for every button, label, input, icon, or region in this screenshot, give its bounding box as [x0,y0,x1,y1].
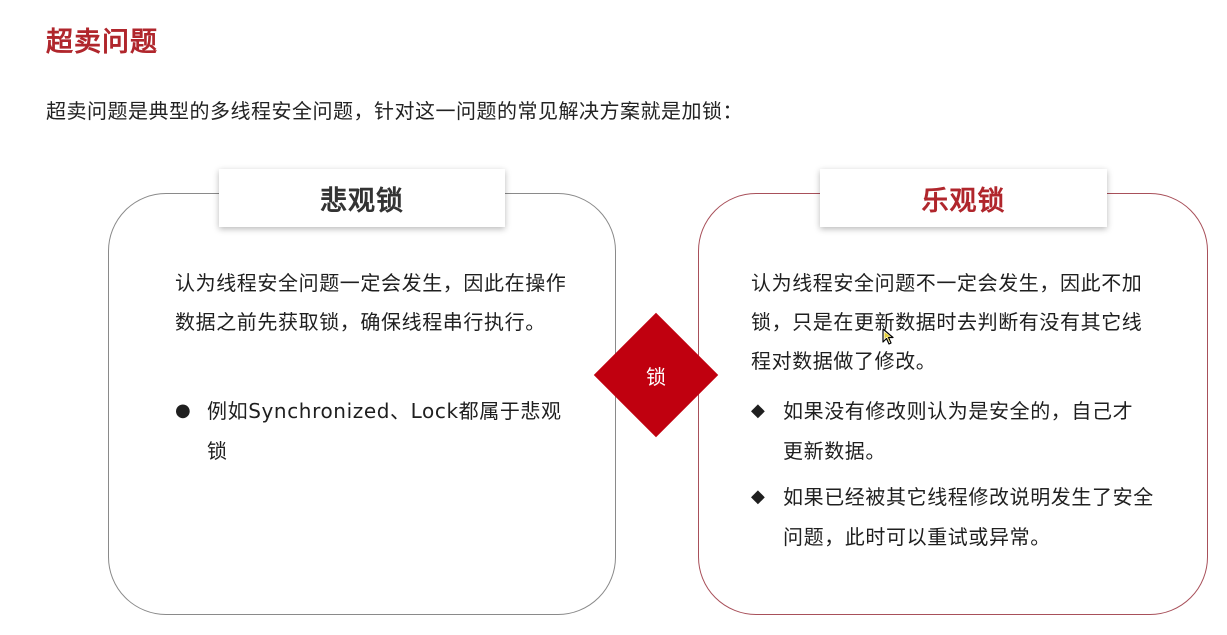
pessimistic-lock-heading: 悲观锁 [219,169,505,227]
intro-text: 超卖问题是典型的多线程安全问题，针对这一问题的常见解决方案就是加锁： [46,99,743,123]
pessimistic-bullet-item: ● 例如Synchronized、Lock都属于悲观锁 [175,391,565,471]
mouse-pointer-icon [882,328,894,345]
pessimistic-bullet-text: 例如Synchronized、Lock都属于悲观锁 [207,399,562,463]
optimistic-lock-heading: 乐观锁 [820,169,1107,227]
optimistic-bullet-item: ◆ 如果没有修改则认为是安全的，自己才更新数据。 [751,391,1141,471]
bullet-diamond-icon: ◆ [751,400,766,421]
optimistic-bullet-text: 如果已经被其它线程修改说明发生了安全问题，此时可以重试或异常。 [783,485,1154,549]
lock-diamond-label: 锁 [646,364,666,389]
optimistic-bullet-item: ◆ 如果已经被其它线程修改说明发生了安全问题，此时可以重试或异常。 [751,477,1161,557]
pessimistic-lock-description: 认为线程安全问题一定会发生，因此在操作数据之前先获取锁，确保线程串行执行。 [175,271,567,334]
optimistic-lock-description: 认为线程安全问题不一定会发生，因此不加锁，只是在更新数据时去判断有没有其它线程对… [751,271,1143,373]
page-title: 超卖问题 [46,27,158,58]
bullet-diamond-icon: ◆ [751,486,766,507]
optimistic-bullet-text: 如果没有修改则认为是安全的，自己才更新数据。 [783,399,1134,463]
bullet-dot-icon: ● [175,400,192,421]
